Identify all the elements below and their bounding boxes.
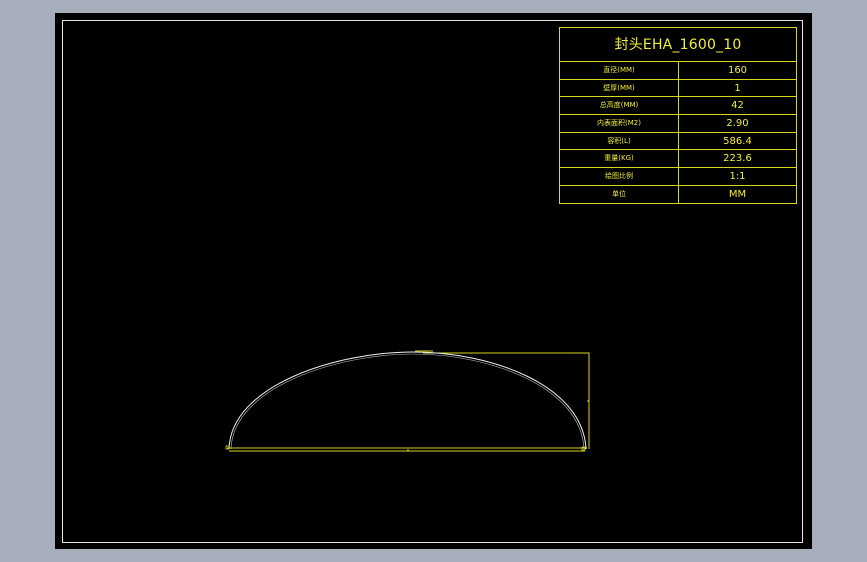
cad-viewport: 封头EHA_1600_10 直径(MM) 160 壁厚(MM) 1 总高度(MM… (0, 0, 867, 562)
head-outer-profile (228, 351, 587, 450)
drawing-sheet: 封头EHA_1600_10 直径(MM) 160 壁厚(MM) 1 总高度(MM… (55, 13, 812, 549)
side-marker (587, 400, 589, 402)
head-profile-drawing (225, 350, 590, 452)
head-inner-profile (230, 353, 585, 450)
midpoint-marker (407, 449, 409, 451)
